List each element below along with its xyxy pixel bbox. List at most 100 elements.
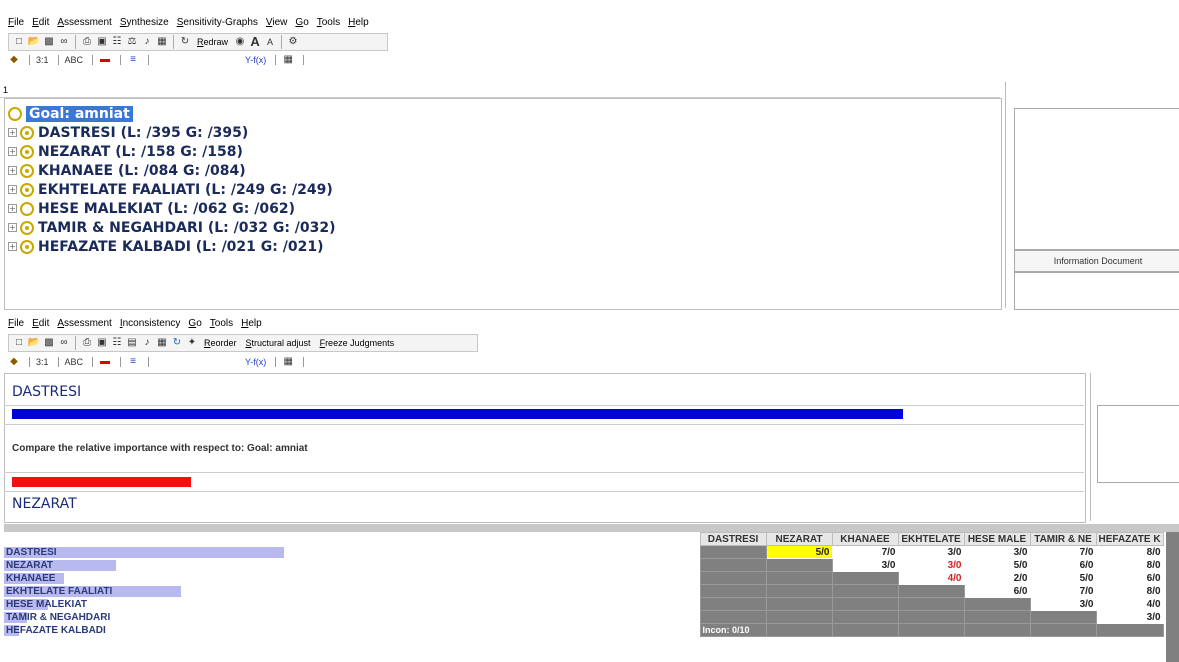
print-icon[interactable]: ⎙ [81,36,93,48]
element-a-importance-bar[interactable] [12,409,904,419]
matrix-row-label[interactable]: TAMIR & NEGAHDARI [4,611,700,624]
matrix-column-header[interactable]: KHANAEE [831,532,899,546]
matrix-cell[interactable]: 3/0 [831,558,899,572]
goal-label[interactable]: Goal: amniat [26,105,133,122]
open-folder-icon[interactable]: 📂 [28,337,40,349]
top-menu-file[interactable]: File [8,17,24,28]
tree-node[interactable]: + KHANAEE (L: /084 G: /084) [8,161,336,180]
grid-icon[interactable]: ▦ [156,36,168,48]
align-icon[interactable]: ≡ [127,54,139,66]
matrix-cell[interactable]: 4/0 [897,571,965,585]
ratio-button[interactable]: 3:1 [36,55,49,65]
bottom-menu-tools[interactable]: Tools [210,318,233,329]
matrix-column-header[interactable]: DASTRESI [699,532,767,546]
top-menu-view[interactable]: View [266,17,288,28]
matrix-cell[interactable]: 2/0 [963,571,1031,585]
matrix-row-label[interactable]: EKHTELATE FAALIATI [4,585,700,598]
expand-icon[interactable]: + [8,185,17,194]
reorder-button[interactable]: Reorder [204,338,237,348]
top-menu-assessment[interactable]: Assessment [57,17,111,28]
matrix-cell[interactable]: 5/0 [963,558,1031,572]
bottom-menu-go[interactable]: Go [188,318,201,329]
function-button[interactable]: Y-f(x) [245,357,266,367]
expand-icon[interactable]: + [8,204,17,213]
information-document-tab[interactable]: Information Document [1014,250,1179,272]
tree-node[interactable]: + NEZARAT (L: /158 G: /158) [8,142,336,161]
matrix-cell[interactable]: 8/0 [1095,558,1164,572]
redraw-button[interactable]: Redraw [197,37,228,47]
top-menu-edit[interactable]: Edit [32,17,49,28]
tree-node[interactable]: + HEFAZATE KALBADI (L: /021 G: /021) [8,237,336,256]
freeze-judgments-button[interactable]: Freeze Judgments [320,338,395,348]
matrix-row-label[interactable]: KHANAEE [4,572,700,585]
matrix-cell[interactable]: 5/0 [765,545,833,559]
matrix-column-header[interactable]: NEZARAT [765,532,833,546]
top-menu-tools[interactable]: Tools [317,17,340,28]
matrix-cell[interactable]: 8/0 [1095,584,1164,598]
matrix-row-label[interactable]: DASTRESI [4,546,700,559]
tree-node-label[interactable]: KHANAEE (L: /084 G: /084) [38,163,246,179]
expand-icon[interactable]: + [8,242,17,251]
font-small-icon[interactable]: A [264,36,276,48]
table-icon[interactable]: ▦ [282,54,294,66]
binoculars-icon[interactable]: ◆ [8,356,20,368]
print-icon[interactable]: ⎙ [81,337,93,349]
bottom-menu-edit[interactable]: Edit [32,318,49,329]
new-file-icon[interactable]: □ [13,36,25,48]
matrix-cell[interactable]: 3/0 [897,558,965,572]
matrix-cell[interactable]: 3/0 [1029,597,1097,611]
open-folder-icon[interactable]: 📂 [28,36,40,48]
expand-icon[interactable]: + [8,128,17,137]
tree-node[interactable]: + DASTRESI (L: /395 G: /395) [8,123,336,142]
element-b-importance-bar[interactable] [12,477,191,487]
color-bars-icon[interactable]: ▬ [99,356,111,368]
save-icon[interactable]: ▩ [43,36,55,48]
hierarchy-icon[interactable]: ☷ [111,36,123,48]
bottom-menu-help[interactable]: Help [241,318,262,329]
matrix-cell[interactable]: 3/0 [897,545,965,559]
matrix-cell[interactable]: 6/0 [1095,571,1164,585]
tree-node[interactable]: + HESE MALEKIAT (L: /062 G: /062) [8,199,336,218]
expand-icon[interactable]: + [8,147,17,156]
matrix-cell[interactable]: 7/0 [1029,545,1097,559]
preview-icon[interactable]: ▣ [96,36,108,48]
function-button[interactable]: Y-f(x) [245,55,266,65]
top-menu-go[interactable]: Go [295,17,308,28]
matrix-cell[interactable]: 6/0 [1029,558,1097,572]
bottom-menu-inconsistency[interactable]: Inconsistency [120,318,181,329]
tree-node-label[interactable]: TAMIR & NEGAHDARI (L: /032 G: /032) [38,220,336,236]
link-icon[interactable]: ∞ [58,337,70,349]
matrix-cell[interactable]: 3/0 [1095,610,1164,624]
ratio-button[interactable]: 3:1 [36,357,49,367]
tree-node-label[interactable]: DASTRESI (L: /395 G: /395) [38,125,248,141]
eye-icon[interactable]: ◉ [234,36,246,48]
top-menu-help[interactable]: Help [348,17,369,28]
matrix-row-label[interactable]: NEZARAT [4,559,700,572]
tree-node[interactable]: + EKHTELATE FAALIATI (L: /249 G: /249) [8,180,336,199]
document-icon[interactable]: ▤ [126,337,138,349]
refresh-icon[interactable]: ↻ [171,337,183,349]
matrix-column-header[interactable]: TAMIR & NE [1029,532,1097,546]
preview-icon[interactable]: ▣ [96,337,108,349]
matrix-column-header[interactable]: EKHTELATE [897,532,965,546]
table-icon[interactable]: ▦ [282,356,294,368]
top-menu-synthesize[interactable]: Synthesize [120,17,169,28]
matrix-cell[interactable]: 4/0 [1095,597,1164,611]
tree-node-label[interactable]: NEZARAT (L: /158 G: /158) [38,144,243,160]
tree-node-label[interactable]: HEFAZATE KALBADI (L: /021 G: /021) [38,239,323,255]
expand-icon[interactable]: + [8,223,17,232]
matrix-row-label[interactable]: HESE MALEKIAT [4,598,700,611]
font-large-icon[interactable]: A [249,35,261,48]
hierarchy-icon[interactable]: ☷ [111,337,123,349]
matrix-cell[interactable]: 7/0 [1029,584,1097,598]
wand-icon[interactable]: ✦ [186,337,198,349]
binoculars-icon[interactable]: ◆ [8,54,20,66]
matrix-cell[interactable]: 7/0 [831,545,899,559]
structural-adjust-button[interactable]: Structural adjust [246,338,311,348]
abc-button[interactable]: ABC [65,55,84,65]
grid-icon[interactable]: ▦ [156,337,168,349]
matrix-cell[interactable]: 3/0 [963,545,1031,559]
matrix-cell[interactable]: 6/0 [963,584,1031,598]
tree-node-label[interactable]: HESE MALEKIAT (L: /062 G: /062) [38,201,295,217]
color-bars-icon[interactable]: ▬ [99,54,111,66]
